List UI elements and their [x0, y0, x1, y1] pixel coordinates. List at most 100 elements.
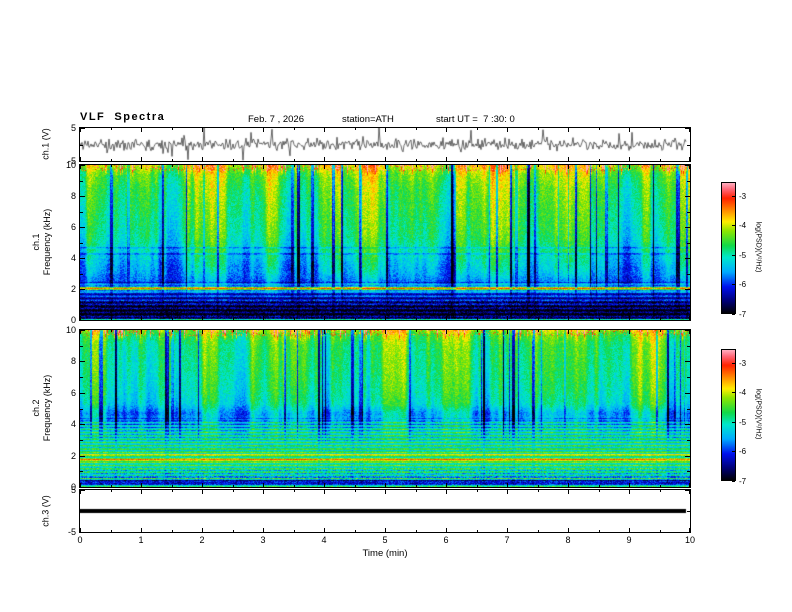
tick-mark	[294, 485, 295, 487]
tick-mark	[538, 165, 539, 167]
panel-ch2-spectrogram	[79, 329, 691, 488]
colorbar-1-label: log(PSD)(V²/Hz)	[754, 221, 762, 273]
tick-mark	[660, 165, 661, 167]
tick-mark	[111, 318, 112, 320]
tick-mark	[687, 274, 690, 275]
tick-mark	[477, 318, 478, 320]
panel-ch3-waveform	[79, 489, 691, 533]
tick-mark	[685, 456, 690, 457]
tick-mark	[687, 377, 690, 378]
x-tick-label: 1	[138, 535, 144, 545]
tick-mark	[141, 483, 142, 487]
tick-mark	[141, 316, 142, 320]
tick-mark	[732, 284, 735, 285]
tick-mark	[385, 165, 386, 169]
tick-mark	[233, 128, 234, 130]
tick-mark	[685, 196, 690, 197]
tick-mark	[687, 471, 690, 472]
tick-mark	[324, 157, 325, 161]
tick-mark	[477, 128, 478, 130]
tick-mark	[141, 330, 142, 334]
tick-mark	[685, 532, 690, 533]
tick-mark	[141, 128, 142, 132]
tick-mark	[568, 157, 569, 161]
tick-mark	[111, 128, 112, 130]
tick-mark	[172, 330, 173, 332]
tick-mark	[233, 330, 234, 332]
tick-mark	[80, 393, 85, 394]
ch2-spec-ylabel-line1: ch.2	[31, 399, 42, 417]
x-tick-label: 4	[321, 535, 327, 545]
tick-mark	[111, 485, 112, 487]
x-axis-title: Time (min)	[362, 548, 408, 559]
tick-mark	[233, 490, 234, 492]
tick-mark	[685, 161, 690, 162]
tick-mark	[263, 157, 264, 161]
tick-mark	[599, 490, 600, 492]
tick-mark	[732, 363, 735, 364]
tick-mark	[263, 165, 264, 169]
tick-mark	[80, 145, 83, 146]
tick-mark	[233, 159, 234, 161]
tick-mark	[732, 481, 735, 482]
ch3-wave-ylabel: ch.3 (V)	[40, 495, 51, 527]
colorbar-tick-label: -4	[739, 221, 747, 231]
tick-mark	[172, 485, 173, 487]
colorbar-tick-label: -6	[739, 280, 747, 290]
tick-mark	[416, 530, 417, 532]
tick-mark	[111, 530, 112, 532]
tick-mark	[685, 165, 690, 166]
tick-mark	[80, 305, 83, 306]
tick-mark	[355, 490, 356, 492]
x-tick-label: 9	[626, 535, 632, 545]
tick-mark	[507, 128, 508, 132]
tick-mark	[685, 227, 690, 228]
tick-mark	[80, 212, 83, 213]
tick-mark	[141, 165, 142, 169]
tick-mark	[685, 320, 690, 321]
y-tick-label: 4	[70, 419, 76, 430]
tick-mark	[477, 490, 478, 492]
x-tick-label: 10	[684, 535, 695, 545]
tick-mark	[507, 490, 508, 494]
tick-mark	[599, 530, 600, 532]
tick-mark	[80, 243, 83, 244]
tick-mark	[355, 330, 356, 332]
colorbar-tick-label: -7	[739, 477, 747, 486]
tick-mark	[732, 255, 735, 256]
tick-mark	[355, 485, 356, 487]
tick-mark	[324, 330, 325, 334]
y-tick-label: 8	[70, 191, 76, 201]
tick-mark	[732, 392, 735, 393]
tick-mark	[507, 330, 508, 334]
tick-mark	[80, 289, 85, 290]
y-tick-label: 6	[70, 222, 76, 232]
tick-mark	[446, 483, 447, 487]
tick-mark	[732, 422, 735, 423]
tick-mark	[446, 128, 447, 132]
tick-mark	[538, 318, 539, 320]
tick-mark	[685, 393, 690, 394]
ch2-spec-ylabel: ch.2 Frequency (kHz)	[31, 375, 53, 442]
tick-mark	[568, 128, 569, 132]
ch2-spectrogram	[80, 330, 690, 487]
tick-mark	[233, 530, 234, 532]
tick-mark	[507, 157, 508, 161]
tick-mark	[172, 159, 173, 161]
tick-mark	[233, 165, 234, 167]
tick-mark	[629, 165, 630, 169]
tick-mark	[507, 528, 508, 532]
tick-mark	[80, 456, 85, 457]
tick-mark	[660, 490, 661, 492]
tick-mark	[141, 157, 142, 161]
tick-mark	[687, 511, 690, 512]
tick-mark	[732, 196, 735, 197]
tick-mark	[687, 305, 690, 306]
tick-mark	[507, 316, 508, 320]
tick-mark	[172, 530, 173, 532]
tick-mark	[324, 490, 325, 494]
tick-mark	[477, 485, 478, 487]
tick-mark	[294, 159, 295, 161]
tick-mark	[80, 258, 85, 259]
tick-mark	[385, 483, 386, 487]
